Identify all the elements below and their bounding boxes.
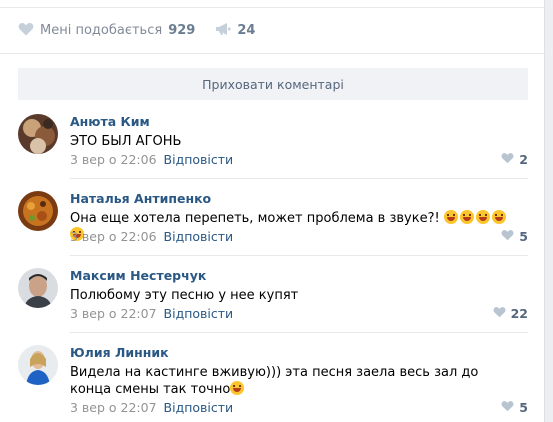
reply-link[interactable]: Відповісти bbox=[164, 229, 234, 244]
comment-author[interactable]: Наталья Антипенко bbox=[70, 191, 211, 206]
comment-meta: 3 вер о 22:07 Відповісти bbox=[70, 400, 233, 415]
avatar[interactable] bbox=[18, 268, 58, 308]
comment-text-body: Она еще хотела перепеть, может проблема … bbox=[70, 211, 444, 226]
post-card: Мені подобається 929 24 Приховати комент… bbox=[0, 0, 545, 422]
comment-like-button[interactable]: 22 bbox=[493, 306, 528, 321]
laughing-emoji-icon bbox=[459, 210, 474, 224]
like-button[interactable]: Мені подобається 929 bbox=[18, 22, 195, 39]
hide-comments-button[interactable]: Приховати коментарі bbox=[18, 68, 528, 100]
comment-like-count: 5 bbox=[519, 229, 528, 244]
comment-like-button[interactable]: 5 bbox=[501, 400, 528, 415]
laughing-emoji-icon bbox=[443, 210, 458, 224]
comment-item: Наталья Антипенко Она еще хотела перепет… bbox=[18, 191, 528, 251]
actions-divider bbox=[0, 53, 545, 54]
post-actions: Мені подобається 929 24 bbox=[18, 20, 255, 40]
comment-date[interactable]: 3 вер о 22:06 bbox=[70, 152, 157, 167]
comment-author[interactable]: Юлия Линник bbox=[70, 345, 169, 360]
laughing-emoji-icon bbox=[475, 210, 490, 224]
share-count: 24 bbox=[237, 22, 256, 38]
comment-meta: 3 вер о 22:06 Відповісти bbox=[70, 152, 233, 167]
heart-icon bbox=[18, 22, 34, 39]
comment-text: Видела на кастинге вживую))) эта песня з… bbox=[70, 364, 520, 398]
reply-link[interactable]: Відповісти bbox=[164, 306, 234, 321]
comment-meta: 3 вер о 22:07 Відповісти bbox=[70, 306, 233, 321]
heart-icon bbox=[501, 400, 514, 415]
comment-date[interactable]: 3 вер о 22:07 bbox=[70, 306, 157, 321]
comment-divider bbox=[70, 332, 528, 333]
comment-divider bbox=[70, 255, 528, 256]
comment-text: ЭТО БЫЛ АГОНЬ bbox=[70, 134, 182, 149]
comment-text-body: Видела на кастинге вживую))) эта песня з… bbox=[70, 365, 479, 397]
heart-icon bbox=[501, 229, 514, 244]
megaphone-icon bbox=[215, 22, 231, 39]
comment-item: Анюта Ким ЭТО БЫЛ АГОНЬ 3 вер о 22:06 Від… bbox=[18, 114, 528, 174]
comment-like-button[interactable]: 2 bbox=[501, 152, 528, 167]
avatar[interactable] bbox=[18, 191, 58, 231]
comment-text: Полюбому эту песню у нее купят bbox=[70, 288, 299, 303]
heart-icon bbox=[501, 152, 514, 167]
heart-icon bbox=[493, 306, 506, 321]
comment-meta: 3 вер о 22:06 Відповісти bbox=[70, 229, 233, 244]
like-count: 929 bbox=[168, 22, 196, 38]
comment-author[interactable]: Анюта Ким bbox=[70, 114, 150, 129]
share-button[interactable]: 24 bbox=[215, 22, 255, 39]
comment-like-button[interactable]: 5 bbox=[501, 229, 528, 244]
comment-date[interactable]: 3 вер о 22:07 bbox=[70, 400, 157, 415]
laughing-emoji-icon bbox=[491, 210, 506, 224]
avatar[interactable] bbox=[18, 114, 58, 154]
reply-link[interactable]: Відповісти bbox=[164, 400, 234, 415]
page-background-edge bbox=[545, 0, 553, 422]
comment-like-count: 5 bbox=[519, 400, 528, 415]
comment-divider bbox=[70, 178, 528, 179]
comment-like-count: 22 bbox=[510, 306, 528, 321]
comment-item: Юлия Линник Видела на кастинге вживую)))… bbox=[18, 345, 528, 422]
laughing-emoji-icon bbox=[230, 381, 245, 395]
like-label: Мені подобається bbox=[40, 22, 163, 38]
comment-like-count: 2 bbox=[519, 152, 528, 167]
comment-date[interactable]: 3 вер о 22:06 bbox=[70, 229, 157, 244]
avatar[interactable] bbox=[18, 345, 58, 385]
comment-author[interactable]: Максим Нестерчук bbox=[70, 268, 206, 283]
comment-item: Максим Нестерчук Полюбому эту песню у не… bbox=[18, 268, 528, 328]
reply-link[interactable]: Відповісти bbox=[164, 152, 234, 167]
post-top-edge bbox=[0, 0, 545, 8]
